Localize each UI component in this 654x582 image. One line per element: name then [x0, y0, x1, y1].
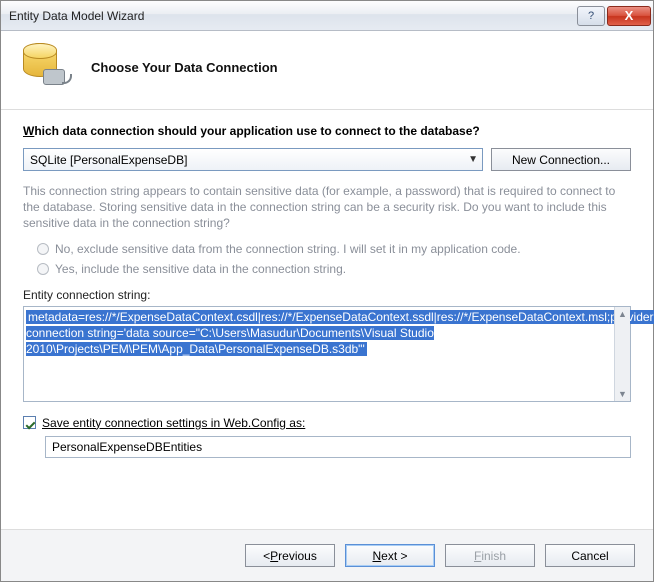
connection-string-label: Entity connection string: — [23, 288, 631, 302]
window-title: Entity Data Model Wizard — [9, 9, 575, 23]
wizard-body: Which data connection should your applic… — [1, 110, 653, 458]
settings-name-input[interactable] — [45, 436, 631, 458]
title-bar: Entity Data Model Wizard ? X — [1, 1, 653, 31]
sensitive-data-radios: No, exclude sensitive data from the conn… — [37, 242, 631, 276]
radio-icon — [37, 263, 49, 275]
wizard-footer: < Previous Next > Finish Cancel — [1, 529, 653, 581]
page-heading: Choose Your Data Connection — [91, 60, 278, 75]
connection-dropdown-value: SQLite [PersonalExpenseDB] — [30, 153, 187, 167]
connection-row: SQLite [PersonalExpenseDB] ▼ New Connect… — [23, 148, 631, 171]
radio-icon — [37, 243, 49, 255]
radio-include-sensitive: Yes, include the sensitive data in the c… — [37, 262, 631, 276]
scroll-down-icon[interactable]: ▼ — [618, 389, 627, 399]
connection-dropdown[interactable]: SQLite [PersonalExpenseDB] ▼ — [23, 148, 483, 171]
save-settings-row: Save entity connection settings in Web.C… — [23, 416, 631, 430]
scrollbar[interactable]: ▲ ▼ — [614, 307, 630, 401]
help-button[interactable]: ? — [577, 6, 605, 26]
new-connection-button[interactable]: New Connection... — [491, 148, 631, 171]
previous-button[interactable]: < Previous — [245, 544, 335, 567]
cancel-button[interactable]: Cancel — [545, 544, 635, 567]
wizard-header: Choose Your Data Connection — [1, 31, 653, 110]
connection-string-textarea[interactable]: metadata=res://*/ExpenseDataContext.csdl… — [23, 306, 631, 402]
connection-string-value: metadata=res://*/ExpenseDataContext.csdl… — [26, 310, 654, 356]
chevron-down-icon: ▼ — [468, 154, 478, 165]
save-settings-label: Save entity connection settings in Web.C… — [42, 416, 305, 430]
sensitive-data-info: This connection string appears to contai… — [23, 183, 631, 232]
next-button[interactable]: Next > — [345, 544, 435, 567]
window-buttons: ? X — [575, 6, 651, 26]
finish-button: Finish — [445, 544, 535, 567]
close-button[interactable]: X — [607, 6, 651, 26]
radio-exclude-sensitive: No, exclude sensitive data from the conn… — [37, 242, 631, 256]
prompt-label: Which data connection should your applic… — [23, 124, 631, 138]
database-connection-icon — [19, 43, 71, 91]
scroll-up-icon[interactable]: ▲ — [618, 309, 627, 319]
save-settings-checkbox[interactable] — [23, 416, 36, 429]
